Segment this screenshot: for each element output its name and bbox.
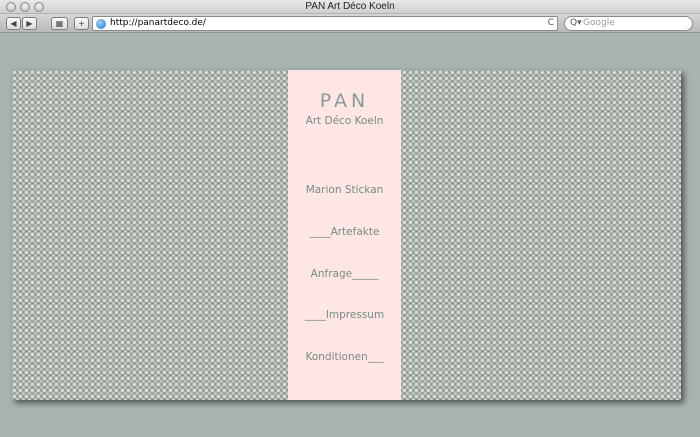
grid-icon: ▦ — [55, 19, 64, 28]
nav-item-anfrage[interactable]: Anfrage_____ — [288, 268, 401, 280]
plus-icon: + — [78, 19, 85, 28]
nav-item-impressum[interactable]: ____Impressum — [288, 309, 401, 321]
forward-arrow-icon: ▶ — [26, 19, 33, 28]
site-tagline: Art Déco Koeln — [305, 115, 384, 127]
window-title: PAN Art Déco Koeln — [305, 1, 395, 12]
reload-icon[interactable]: C — [548, 17, 554, 30]
browser-toolbar: ◀ ▶ ▦ + http://panartdeco.de/ C Q▾ Googl… — [0, 14, 700, 33]
back-button[interactable]: ◀ — [6, 17, 21, 30]
add-bookmark-button[interactable]: + — [74, 17, 89, 30]
site-logo[interactable]: PAN — [288, 90, 401, 112]
window-titlebar: PAN Art Déco Koeln — [0, 0, 700, 14]
forward-button[interactable]: ▶ — [22, 17, 37, 30]
globe-icon — [96, 19, 106, 29]
logo-text: PAN — [319, 90, 370, 112]
search-placeholder[interactable]: Google — [583, 17, 615, 30]
search-field[interactable]: Q▾ Google — [564, 16, 693, 31]
center-menu-panel: PAN Art Déco Koeln Marion Stickan ____Ar… — [288, 70, 401, 400]
search-icon: Q▾ — [570, 18, 582, 28]
nav-item-artefakte[interactable]: ____Artefakte — [288, 226, 401, 238]
address-bar[interactable]: http://panartdeco.de/ C — [92, 16, 558, 31]
nav-item-marion-stickan[interactable]: Marion Stickan — [288, 184, 401, 196]
page-content: PAN Art Déco Koeln Marion Stickan ____Ar… — [0, 34, 700, 437]
nav-item-konditionen[interactable]: Konditionen___ — [288, 351, 401, 363]
bookmarks-grid-button[interactable]: ▦ — [51, 17, 68, 30]
back-arrow-icon: ◀ — [10, 19, 17, 28]
shagreen-texture-banner: PAN Art Déco Koeln Marion Stickan ____Ar… — [12, 70, 681, 400]
url-text[interactable]: http://panartdeco.de/ — [110, 17, 206, 30]
